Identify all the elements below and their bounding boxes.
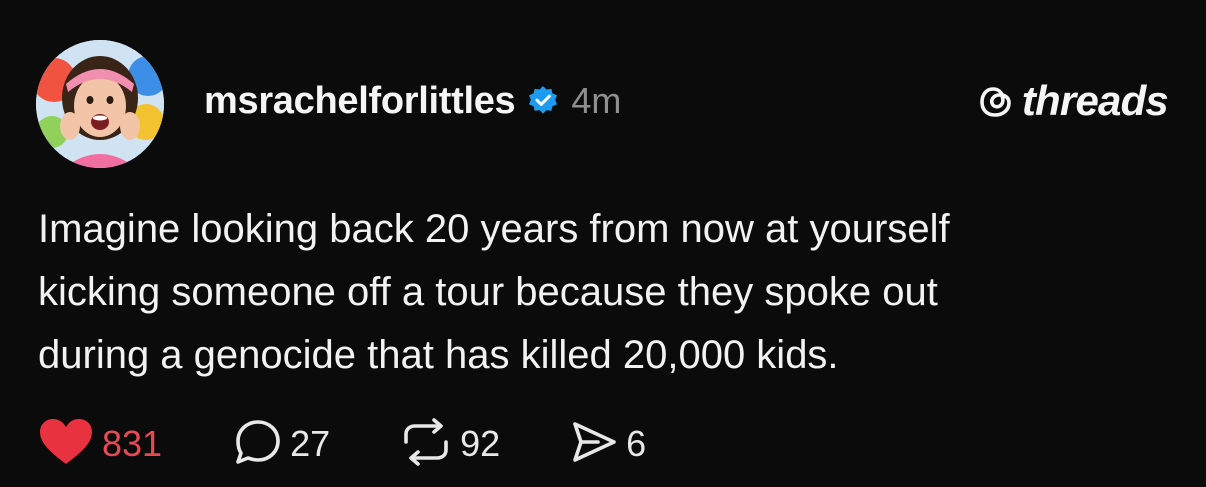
post-text-line: during a genocide that has killed 20,000… bbox=[38, 333, 839, 377]
share-button[interactable]: 6 bbox=[570, 418, 646, 471]
post-text-line: kicking someone off a tour because they … bbox=[38, 270, 938, 314]
username[interactable]: msrachelforlittles bbox=[204, 80, 516, 123]
action-bar: 831 27 92 6 bbox=[38, 417, 646, 471]
reply-button[interactable]: 27 bbox=[234, 418, 330, 471]
avatar[interactable] bbox=[36, 40, 164, 168]
heart-icon bbox=[38, 418, 94, 471]
threads-post: msrachelforlittles 4m threads Imagine lo… bbox=[0, 0, 1206, 487]
repost-count: 92 bbox=[460, 423, 501, 464]
post-text-line: Imagine looking back 20 years from now a… bbox=[38, 207, 950, 251]
threads-logo-icon bbox=[976, 81, 1016, 121]
reply-count: 27 bbox=[290, 423, 331, 464]
profile-photo bbox=[36, 40, 164, 168]
repost-icon bbox=[400, 417, 452, 471]
post-text: Imagine looking back 20 years from now a… bbox=[38, 198, 1158, 387]
repost-button[interactable]: 92 bbox=[400, 417, 501, 471]
post-header: msrachelforlittles 4m bbox=[204, 76, 621, 126]
like-button[interactable]: 831 bbox=[38, 418, 162, 471]
share-count: 6 bbox=[626, 423, 647, 464]
like-count: 831 bbox=[102, 423, 163, 464]
verified-badge-icon bbox=[527, 85, 559, 117]
send-icon bbox=[570, 418, 618, 471]
threads-brand: threads bbox=[976, 76, 1169, 126]
post-timestamp: 4m bbox=[571, 80, 622, 121]
threads-wordmark: threads bbox=[1021, 77, 1169, 124]
comment-icon bbox=[234, 418, 282, 471]
